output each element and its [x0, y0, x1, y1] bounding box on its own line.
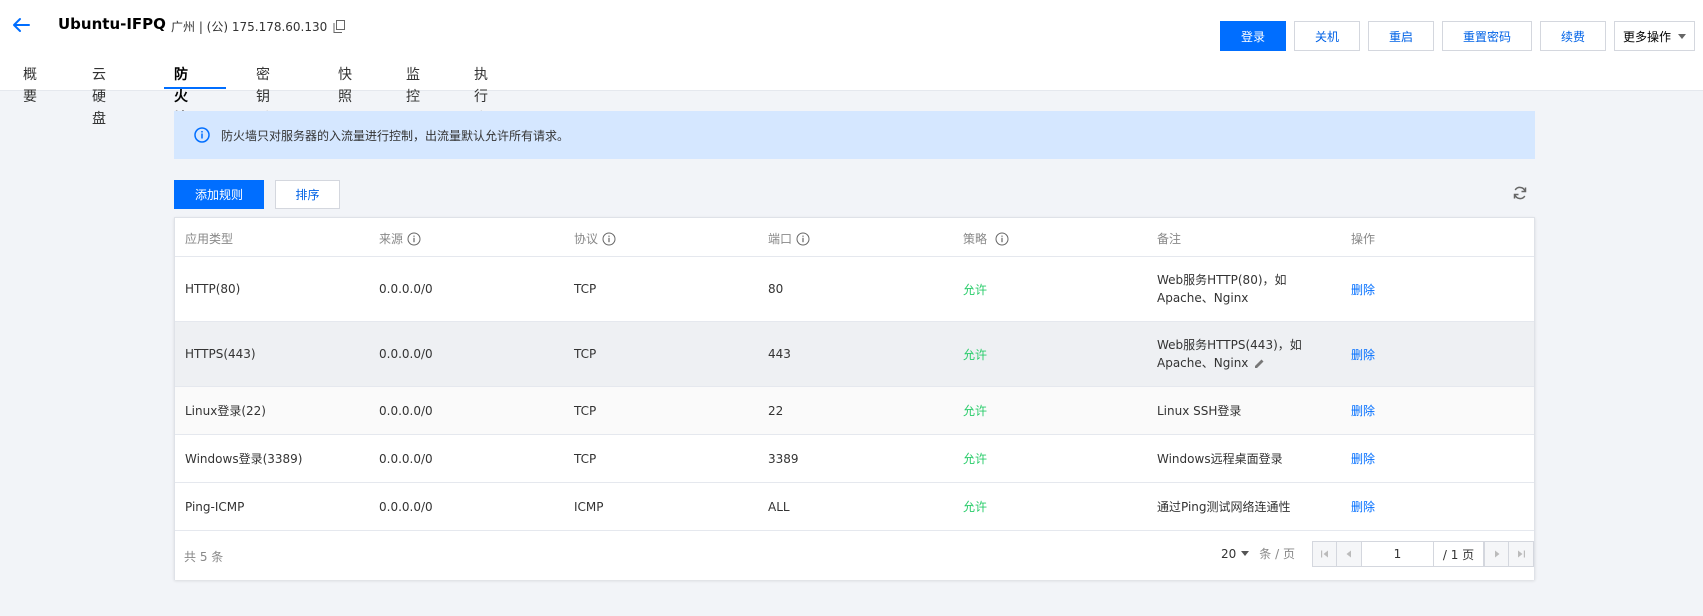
- notice-text: 防火墙只对服务器的入流量进行控制，出流量默认允许所有请求。: [221, 128, 570, 143]
- page-number-input[interactable]: [1362, 541, 1434, 567]
- cell-port: ALL: [768, 499, 790, 514]
- cell-type: HTTP(80): [185, 282, 241, 296]
- cell-remark: 通过Ping测试网络连通性: [1157, 500, 1291, 514]
- info-icon[interactable]: [796, 232, 810, 246]
- cell-port: 3389: [768, 451, 799, 466]
- restart-button[interactable]: 重启: [1367, 21, 1434, 51]
- table-footer: 共 5 条 20 条 / 页 / 1 页: [175, 530, 1534, 580]
- col-actions: 操作: [1351, 232, 1376, 246]
- active-tab-indicator: [164, 87, 226, 89]
- next-page-icon: [1494, 550, 1499, 558]
- table-row: Ping-ICMP 0.0.0.0/0 ICMP ALL 允许 通过Ping测试…: [175, 483, 1534, 530]
- cell-type: Linux登录(22): [185, 404, 266, 418]
- info-icon: [194, 127, 210, 143]
- first-page-button[interactable]: [1312, 541, 1337, 567]
- chevron-down-icon: [1241, 551, 1250, 556]
- delete-link[interactable]: 删除: [1351, 257, 1375, 321]
- info-icon[interactable]: [995, 232, 1009, 246]
- cell-port: 443: [768, 347, 791, 361]
- cell-protocol: TCP: [574, 451, 597, 466]
- cell-policy: 允许: [963, 347, 988, 362]
- cell-source: 0.0.0.0/0: [379, 403, 433, 418]
- cell-policy: 允许: [963, 282, 988, 297]
- cell-remark: Windows远程桌面登录: [1157, 452, 1283, 466]
- login-button[interactable]: 登录: [1219, 21, 1286, 51]
- prev-page-icon: [1346, 550, 1351, 558]
- table-row: Windows登录(3389) 0.0.0.0/0 TCP 3389 允许 Wi…: [175, 435, 1534, 483]
- tab-cloud-disk[interactable]: 云硬盘: [92, 64, 106, 127]
- info-icon[interactable]: [407, 232, 421, 246]
- page-size-value: 20: [1221, 546, 1237, 561]
- back-arrow-icon[interactable]: [10, 14, 32, 36]
- cell-remark: Linux SSH登录: [1157, 404, 1242, 418]
- cell-remark: Web服务HTTP(80)，如 Apache、Nginx: [1157, 273, 1287, 305]
- cell-port: 80: [768, 282, 784, 296]
- total-pages: / 1 页: [1434, 541, 1484, 567]
- col-policy: 策略: [963, 230, 1009, 247]
- instance-title: Ubuntu-IFPQ: [58, 15, 166, 33]
- total-count: 共 5 条: [184, 550, 224, 564]
- col-source: 来源: [379, 230, 421, 247]
- instance-region-ip: 广州 | (公) 175.178.60.130: [171, 18, 346, 35]
- delete-link[interactable]: 删除: [1351, 322, 1375, 386]
- next-page-button[interactable]: [1484, 541, 1509, 567]
- renew-button[interactable]: 续费: [1539, 21, 1606, 51]
- top-bar: Ubuntu-IFPQ 广州 | (公) 175.178.60.130 登录 关…: [0, 0, 1703, 149]
- tab-overview[interactable]: 概要: [23, 64, 37, 105]
- delete-link[interactable]: 删除: [1351, 483, 1375, 530]
- prev-page-button[interactable]: [1337, 541, 1362, 567]
- firewall-rules-table: 应用类型 来源 协议 端口 策略 备注 操作 HTTP(80) 0.0.0.0/…: [174, 217, 1535, 580]
- refresh-icon[interactable]: [1512, 185, 1528, 201]
- info-notice: 防火墙只对服务器的入流量进行控制，出流量默认允许所有请求。: [174, 111, 1535, 159]
- delete-link[interactable]: 删除: [1351, 435, 1375, 482]
- col-remark: 备注: [1157, 232, 1182, 246]
- cell-policy: 允许: [963, 500, 988, 514]
- add-rule-button[interactable]: 添加规则: [174, 180, 264, 209]
- cell-policy: 允许: [963, 404, 988, 418]
- last-page-icon: [1518, 550, 1525, 558]
- first-page-icon: [1320, 550, 1328, 558]
- cell-remark: Web服务HTTPS(443)，如 Apache、Nginx: [1157, 338, 1302, 370]
- page-size-select[interactable]: 20 条 / 页: [1221, 545, 1295, 562]
- cell-source: 0.0.0.0/0: [379, 499, 433, 514]
- pager: / 1 页: [1312, 541, 1534, 567]
- cell-type: Ping-ICMP: [185, 499, 245, 514]
- cell-protocol: TCP: [574, 347, 597, 361]
- sort-button[interactable]: 排序: [275, 180, 340, 209]
- edit-pencil-icon[interactable]: [1254, 358, 1265, 369]
- cell-policy: 允许: [963, 452, 988, 466]
- col-protocol: 协议: [574, 230, 616, 247]
- cell-protocol: TCP: [574, 282, 597, 296]
- tab-key-pair[interactable]: 密钥对: [256, 64, 270, 127]
- tab-snapshot[interactable]: 快照: [338, 64, 352, 105]
- cell-type: Windows登录(3389): [185, 452, 303, 466]
- table-row: HTTP(80) 0.0.0.0/0 TCP 80 允许 Web服务HTTP(8…: [175, 257, 1534, 322]
- table-header: 应用类型 来源 协议 端口 策略 备注 操作: [175, 218, 1534, 257]
- action-buttons: 登录 关机 重启 重置密码 续费 更多操作: [1212, 21, 1695, 51]
- reset-password-button[interactable]: 重置密码: [1441, 21, 1532, 51]
- cell-source: 0.0.0.0/0: [379, 451, 433, 466]
- cell-source: 0.0.0.0/0: [379, 282, 433, 296]
- region-ip-text: 广州 | (公) 175.178.60.130: [171, 20, 328, 34]
- chevron-down-icon: [1678, 33, 1686, 39]
- cell-type: HTTPS(443): [185, 347, 256, 361]
- cell-protocol: ICMP: [574, 499, 604, 514]
- copy-icon[interactable]: [333, 20, 346, 33]
- more-actions-label: 更多操作: [1622, 29, 1671, 44]
- per-page-label: 条 / 页: [1259, 547, 1295, 561]
- last-page-button[interactable]: [1509, 541, 1534, 567]
- shutdown-button[interactable]: 关机: [1293, 21, 1360, 51]
- info-icon[interactable]: [602, 232, 616, 246]
- cell-source: 0.0.0.0/0: [379, 347, 433, 361]
- cell-port: 22: [768, 403, 784, 418]
- delete-link[interactable]: 删除: [1351, 387, 1375, 434]
- col-type: 应用类型: [185, 232, 234, 246]
- tab-monitor[interactable]: 监控: [406, 64, 420, 105]
- cell-protocol: TCP: [574, 403, 597, 418]
- col-port: 端口: [768, 230, 810, 247]
- table-row: HTTPS(443) 0.0.0.0/0 TCP 443 允许 Web服务HTT…: [175, 322, 1534, 387]
- more-actions-dropdown[interactable]: 更多操作: [1613, 21, 1695, 51]
- table-row: Linux登录(22) 0.0.0.0/0 TCP 22 允许 Linux SS…: [175, 387, 1534, 435]
- tab-run-command[interactable]: 执行命令: [474, 64, 488, 149]
